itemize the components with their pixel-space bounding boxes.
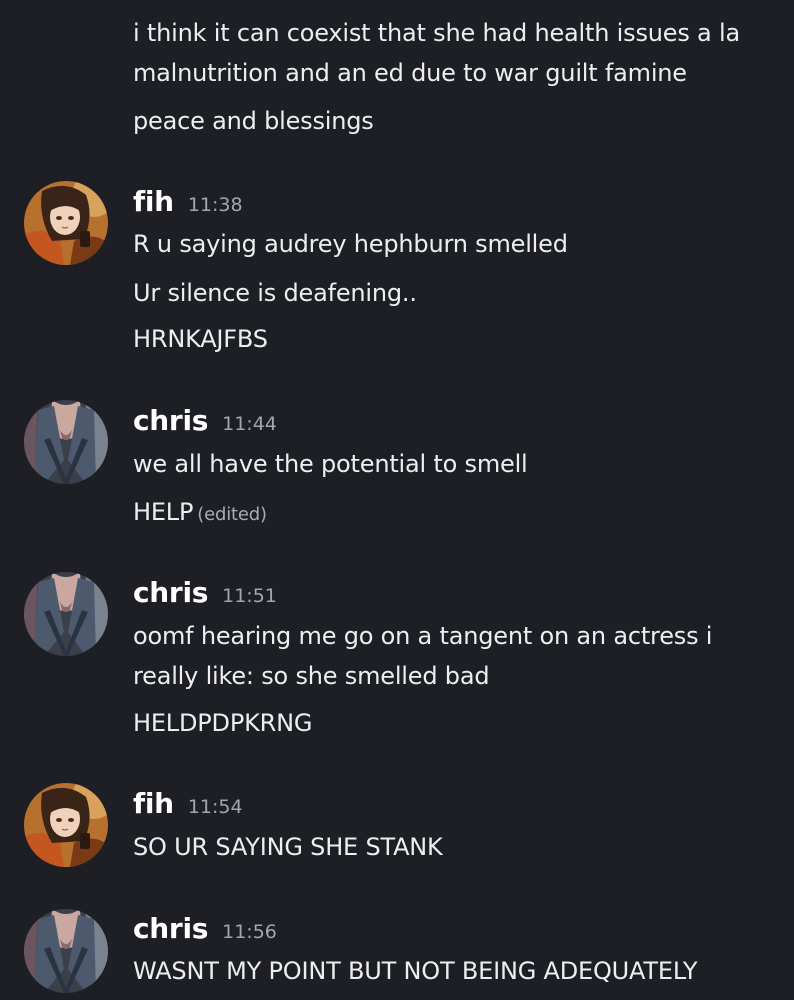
- username[interactable]: chris: [133, 912, 208, 945]
- message-text: HELDPDPKRNG: [133, 709, 313, 737]
- avatar[interactable]: [24, 181, 108, 265]
- message-text: WASNT MY POINT BUT NOT BEING ADEQUATELY: [133, 957, 698, 985]
- message-text-line: HELP (edited): [133, 497, 267, 530]
- username[interactable]: chris: [133, 576, 208, 609]
- timestamp[interactable]: 11:38: [188, 194, 243, 216]
- avatar-image: [24, 783, 108, 867]
- avatar[interactable]: [24, 783, 108, 867]
- message-text: R u saying audrey hephburn smelled: [133, 230, 568, 258]
- chat-message-list: i think it can coexist that she had heal…: [0, 0, 794, 1000]
- message-text: peace and blessings: [133, 107, 374, 135]
- avatar-image: [24, 572, 108, 656]
- avatar[interactable]: [24, 572, 108, 656]
- timestamp[interactable]: 11:51: [222, 585, 277, 607]
- avatar-image: [24, 400, 108, 484]
- message-text: i think it can coexist that she had heal…: [133, 19, 740, 47]
- message-text: malnutrition and an ed due to war guilt …: [133, 59, 687, 87]
- message-text: HRNKAJFBS: [133, 325, 268, 353]
- message-header: fih 11:54: [133, 787, 243, 820]
- username[interactable]: fih: [133, 185, 174, 218]
- message-header: chris 11:44: [133, 404, 277, 437]
- avatar-image: [24, 909, 108, 993]
- message-header: fih 11:38: [133, 185, 243, 218]
- message-text: HELP: [133, 498, 194, 526]
- username[interactable]: chris: [133, 404, 208, 437]
- message-text: oomf hearing me go on a tangent on an ac…: [133, 622, 713, 650]
- timestamp[interactable]: 11:44: [222, 413, 277, 435]
- message-text: SO UR SAYING SHE STANK: [133, 833, 443, 861]
- edited-label: (edited): [197, 504, 267, 525]
- message-header: chris 11:56: [133, 912, 277, 945]
- avatar[interactable]: [24, 909, 108, 993]
- avatar-image: [24, 181, 108, 265]
- timestamp[interactable]: 11:56: [222, 921, 277, 943]
- message-text: really like: so she smelled bad: [133, 662, 490, 690]
- message-text: Ur silence is deafening..: [133, 279, 417, 307]
- message-header: chris 11:51: [133, 576, 277, 609]
- avatar[interactable]: [24, 400, 108, 484]
- username[interactable]: fih: [133, 787, 174, 820]
- timestamp[interactable]: 11:54: [188, 796, 243, 818]
- message-text: we all have the potential to smell: [133, 450, 528, 478]
